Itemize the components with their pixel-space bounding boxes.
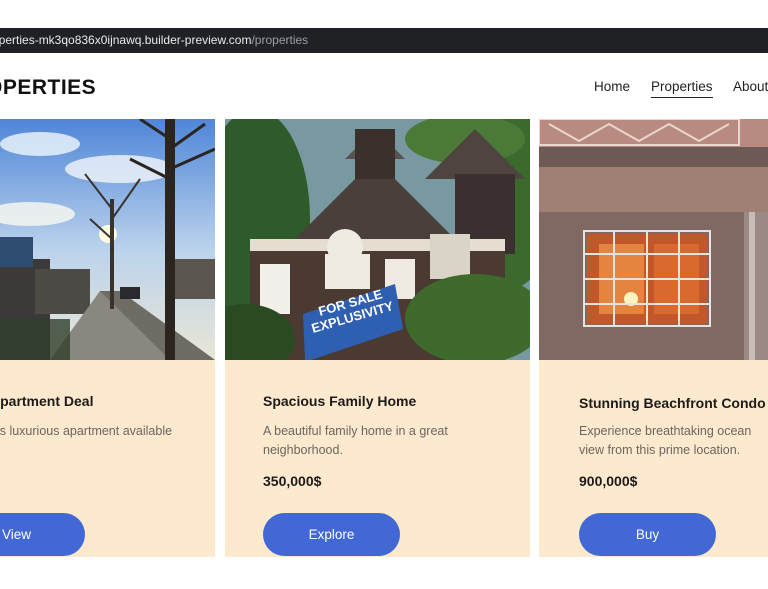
property-card: Apartment Deal his luxurious apartment a… (0, 119, 215, 557)
house-photo-image: FOR SALE EXPLUSIVITY (225, 119, 530, 360)
view-button[interactable]: View (0, 513, 85, 556)
property-photo-house: FOR SALE EXPLUSIVITY (225, 119, 530, 360)
property-price: 350,000$ (263, 473, 322, 489)
browser-top-strip (0, 0, 768, 28)
property-title: Stunning Beachfront Condo (579, 395, 766, 411)
street-photo-image (0, 119, 215, 360)
nav-link-about[interactable]: About (733, 79, 768, 94)
property-title: Spacious Family Home (263, 393, 417, 409)
property-description: Experience breathtaking ocean view from … (579, 424, 752, 457)
property-description: his luxurious apartment available (0, 424, 173, 438)
url-path: /properties (251, 33, 309, 47)
property-card: FOR SALE EXPLUSIVITY Spacious Family Hom… (225, 119, 530, 557)
nav-link-properties[interactable]: Properties (651, 79, 713, 98)
property-photo-condo (539, 119, 768, 360)
condo-photo-image (539, 119, 768, 360)
address-bar[interactable]: operties-mk3qo836x0ijnawq.builder-previe… (0, 28, 768, 53)
url-host: operties-mk3qo836x0ijnawq.builder-previe… (0, 33, 252, 47)
property-price: 900,000$ (579, 473, 638, 489)
property-title: Apartment Deal (0, 393, 94, 409)
buy-button[interactable]: Buy (579, 513, 716, 556)
property-photo-street (0, 119, 215, 360)
nav-link-home[interactable]: Home (594, 79, 630, 94)
explore-button[interactable]: Explore (263, 513, 400, 556)
property-description: A beautiful family home in a great neigh… (263, 424, 448, 457)
site-header: OPERTIES Home Properties About (0, 53, 768, 121)
site-logo-text[interactable]: OPERTIES (0, 76, 96, 100)
property-card: Stunning Beachfront Condo Experience bre… (539, 119, 768, 557)
